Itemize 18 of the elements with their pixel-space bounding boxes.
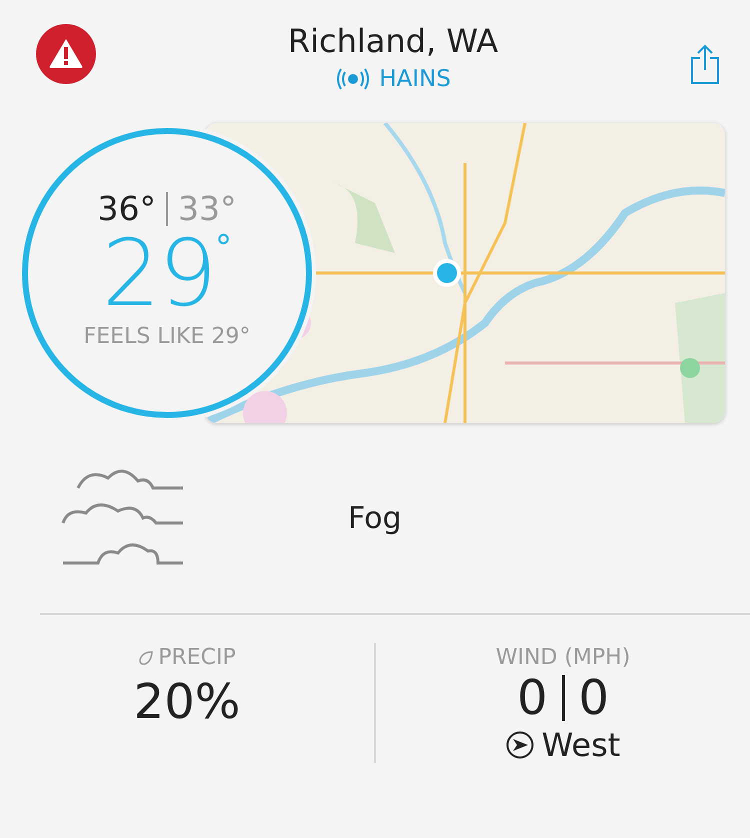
broadcast-icon [335, 68, 372, 90]
current-temperature: 29 [102, 228, 216, 320]
precip-value: 20% [134, 674, 240, 730]
degree-sign: ° [215, 228, 232, 268]
high-temperature: 36° [98, 189, 156, 228]
wind-speed: 0 [516, 670, 548, 726]
wind-gust: 0 [578, 670, 610, 726]
precip-label: PRECIP [158, 645, 236, 670]
low-temperature: 33° [178, 189, 236, 228]
condition-label: Fog [348, 500, 402, 536]
raindrop-icon [138, 650, 154, 666]
location-title: Richland, WA [288, 22, 498, 60]
alert-icon[interactable] [36, 24, 96, 84]
station-name[interactable]: HAINS [379, 66, 451, 92]
feels-like-label: FEELS LIKE 29° [84, 324, 250, 349]
wind-direction: West [542, 726, 620, 764]
wind-label: WIND (MPH) [496, 645, 630, 670]
share-icon[interactable] [690, 44, 720, 84]
